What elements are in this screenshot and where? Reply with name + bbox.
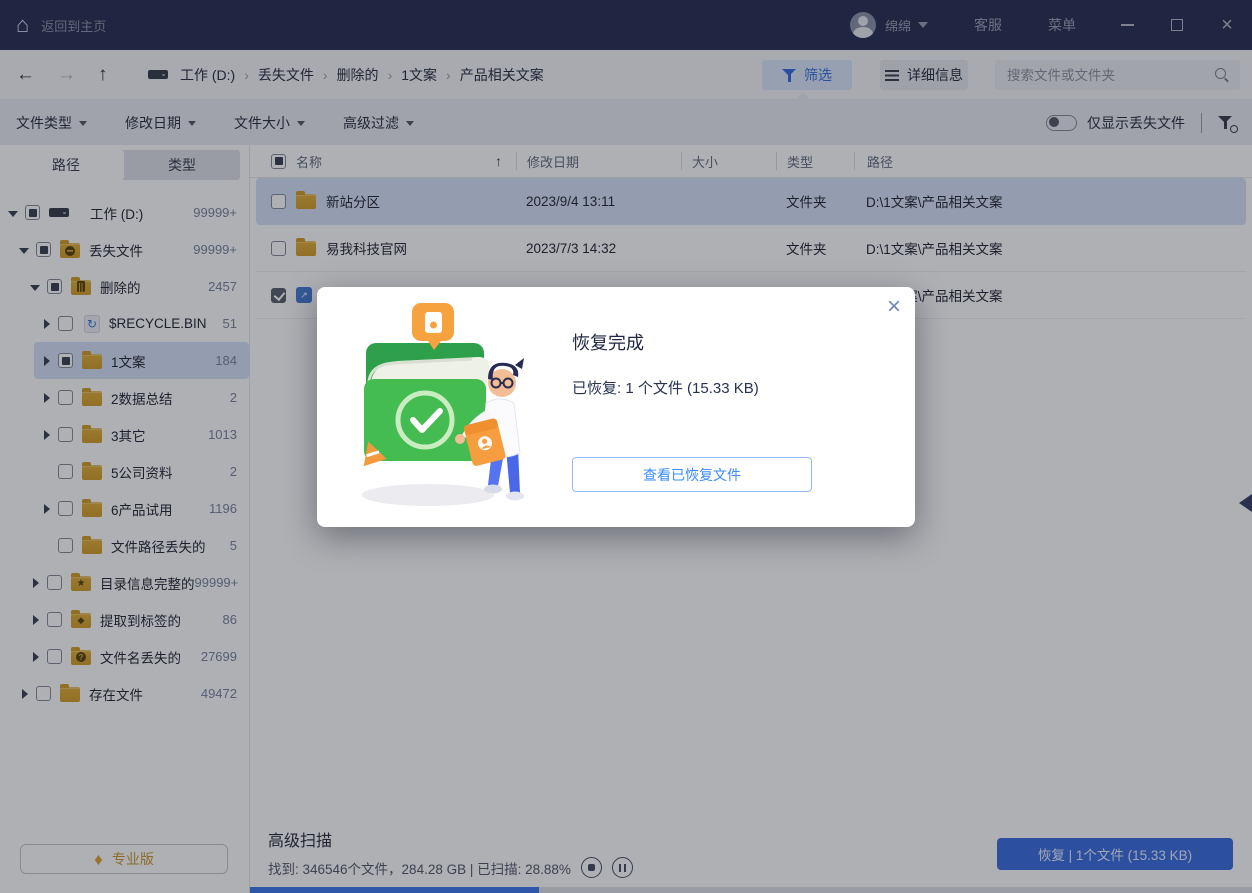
- recovery-illustration: [350, 303, 532, 513]
- dialog-message: 已恢复: 1 个文件 (15.33 KB): [572, 377, 759, 398]
- recovery-complete-dialog: ×: [317, 287, 915, 527]
- dialog-close-icon[interactable]: ×: [887, 295, 901, 319]
- view-recovered-files-button[interactable]: 查看已恢复文件: [572, 457, 812, 492]
- data-recovery-window: ⌂ 返回到主页 绵绵 客服 菜单 × ← → ↑ 工作 (D:) › 丢失文件: [0, 0, 1252, 893]
- dialog-title: 恢复完成: [572, 329, 644, 355]
